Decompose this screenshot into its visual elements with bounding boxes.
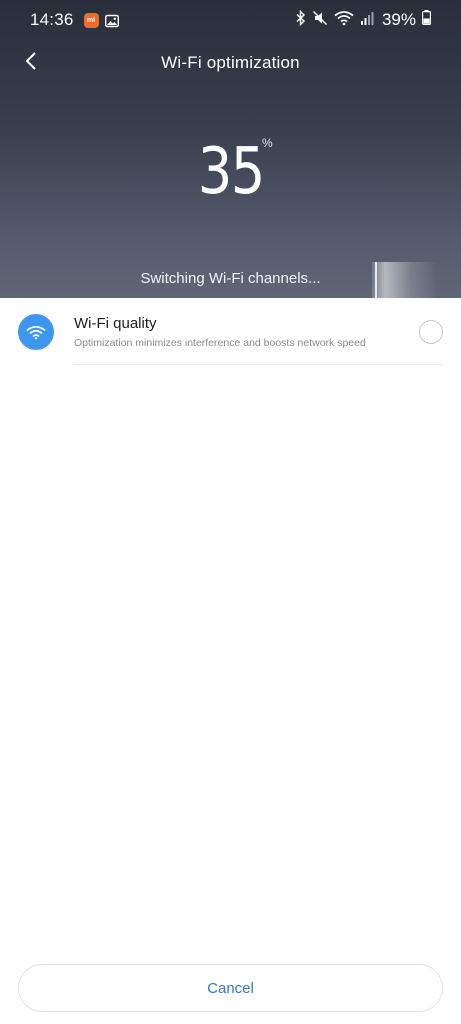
item-subtitle: Optimization minimizes interference and … — [74, 336, 366, 349]
top-bar: Wi-Fi optimization — [0, 40, 461, 86]
cell-signal-icon — [360, 10, 374, 31]
battery-percent: 39% — [381, 10, 416, 29]
back-arrow-icon — [25, 51, 37, 76]
header-panel: 14:36 mi 39% Wi-Fi optimization 35 % Swi… — [0, 0, 461, 298]
item-title: Wi-Fi quality — [74, 314, 157, 332]
list-item-wifi-quality[interactable]: Wi-Fi quality Optimization minimizes int… — [0, 298, 461, 365]
status-icons: 39% — [296, 9, 432, 31]
wifi-signal-icon — [334, 10, 354, 31]
optimization-list: Wi-Fi quality Optimization minimizes int… — [0, 298, 461, 365]
item-radio[interactable] — [419, 320, 443, 344]
mute-icon — [312, 10, 328, 31]
divider — [74, 364, 443, 365]
bluetooth-icon — [296, 9, 306, 31]
status-bar: 14:36 mi 39% — [0, 0, 461, 40]
item-texts: Wi-Fi quality Optimization minimizes int… — [74, 315, 366, 349]
gallery-icon — [104, 13, 119, 28]
page-title: Wi-Fi optimization — [161, 53, 300, 72]
cancel-button[interactable]: Cancel — [18, 964, 443, 1012]
back-button[interactable] — [16, 48, 46, 78]
battery-icon — [422, 10, 432, 30]
status-time: 14:36 — [30, 10, 74, 29]
scan-animation — [372, 262, 438, 298]
progress-display: 35 % — [0, 136, 461, 216]
mi-app-icon: mi — [83, 12, 99, 28]
progress-unit: % — [262, 136, 273, 150]
wifi-icon — [18, 313, 54, 350]
progress-value: 35 — [197, 135, 266, 209]
